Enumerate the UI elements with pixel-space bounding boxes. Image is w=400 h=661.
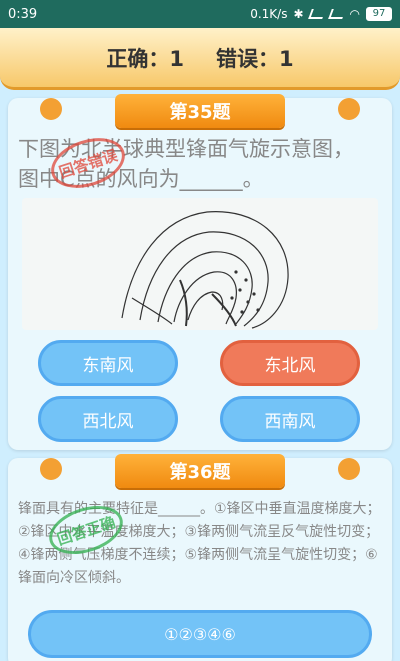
status-icons: 0.1K/s ✱ ◠ 97 <box>250 7 392 21</box>
status-time: 0:39 <box>8 6 38 22</box>
question-number-36: 第36题 <box>115 454 285 488</box>
signal-icon-2 <box>327 9 346 19</box>
question-number-35: 第35题 <box>115 94 285 128</box>
ribbon-tab-left <box>40 458 62 480</box>
ribbon-tab-right <box>338 98 360 120</box>
net-speed: 0.1K/s <box>250 7 288 21</box>
option-northeast-wind-button[interactable]: 东北风 <box>220 340 360 386</box>
signal-icon <box>307 9 326 19</box>
wifi-icon: ◠ <box>349 7 360 21</box>
battery-icon: 97 <box>366 7 392 21</box>
option-answer-button[interactable]: ①②③④⑥ <box>28 610 372 658</box>
ribbon-tab-left <box>40 98 62 120</box>
option-northwest-wind-button[interactable]: 西北风 <box>38 396 178 442</box>
option-southeast-wind-button[interactable]: 东南风 <box>38 340 178 386</box>
bluetooth-icon: ✱ <box>293 7 304 21</box>
status-bar: 0:39 0.1K/s ✱ ◠ 97 <box>0 0 400 28</box>
score-header: 正确：1 错误：1 <box>0 28 400 90</box>
question-card-36: 第36题 锋面具有的主要特征是______。①锋区中垂直温度梯度大；②锋区中水平… <box>8 454 392 661</box>
cyclone-diagram-svg <box>121 211 289 329</box>
wrong-count: 错误：1 <box>216 46 294 71</box>
option-southwest-wind-button[interactable]: 西南风 <box>220 396 360 442</box>
cyclone-diagram <box>22 198 378 330</box>
question-card-35: 第35题 下图为北半球典型锋面气旋示意图，图中C点的风向为______。 回答错… <box>8 94 392 450</box>
ribbon-tab-right <box>338 458 360 480</box>
correct-count: 正确：1 <box>106 46 184 71</box>
